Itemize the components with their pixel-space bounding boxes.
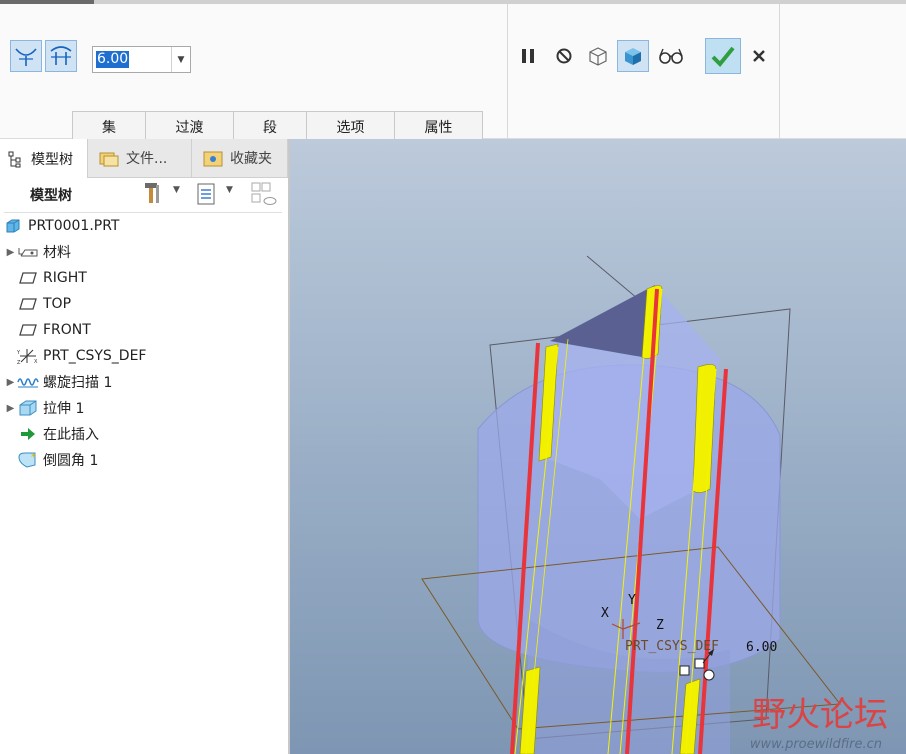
filter-eye-icon xyxy=(251,182,277,205)
glasses-icon xyxy=(659,48,683,64)
cancel-button[interactable] xyxy=(743,40,775,72)
close-icon xyxy=(753,50,765,62)
tab-pieces[interactable]: 段 xyxy=(233,111,307,142)
insert-here-icon xyxy=(17,425,39,443)
part-icon xyxy=(4,217,22,235)
favorites-folder-icon xyxy=(203,151,223,167)
checkmark-icon xyxy=(711,46,735,67)
tree-item-label: 在此插入 xyxy=(43,427,99,443)
tree-item-top[interactable]: TOP xyxy=(4,291,282,317)
svg-text:X: X xyxy=(34,359,38,365)
csys-icon: YZ X xyxy=(17,347,39,365)
tab-file-browser[interactable]: 文件... xyxy=(88,139,192,177)
expand-arrow-icon[interactable]: ▶ xyxy=(4,377,17,388)
tree-item-csys[interactable]: YZ X PRT_CSYS_DEF xyxy=(4,343,282,369)
svg-text:Y: Y xyxy=(17,350,21,356)
tree-item-label: 倒圆角 1 xyxy=(43,453,99,469)
tab-model-tree[interactable]: 模型树 xyxy=(0,139,88,178)
chevron-down-icon[interactable]: ▼ xyxy=(171,47,190,72)
tab-favorites-label: 收藏夹 xyxy=(230,151,272,167)
dimension-label[interactable]: 6.00 xyxy=(746,640,777,655)
tree-item-label: PRT0001.PRT xyxy=(28,218,120,234)
verify-mode-button[interactable] xyxy=(617,40,649,72)
tree-icon xyxy=(8,151,21,167)
ribbon-tabs: 集 过渡 段 选项 属性 xyxy=(72,111,483,142)
tree-item-extrude[interactable]: ▶ 拉伸 1 xyxy=(4,395,282,421)
expand-arrow-icon[interactable]: ▶ xyxy=(4,403,17,414)
navigator-tabs: 模型树 文件... 收藏夹 xyxy=(0,139,288,178)
tree-item-label: RIGHT xyxy=(43,270,87,286)
watermark-logo: 野火论坛 xyxy=(752,687,888,736)
no-preview-button[interactable] xyxy=(548,40,580,72)
round-transition-icon xyxy=(50,46,72,65)
radius-value-input[interactable]: 6.00 xyxy=(96,51,130,68)
tree-item-insert-here[interactable]: 在此插入 xyxy=(4,421,282,447)
material-icon xyxy=(17,243,39,261)
shaded-cube-icon xyxy=(625,48,641,65)
extrude-icon xyxy=(17,399,39,417)
tree-item-label: 螺旋扫描 1 xyxy=(43,375,113,391)
no-preview-icon xyxy=(556,48,572,64)
wire-cube-icon xyxy=(589,47,607,66)
axis-label-x: X xyxy=(601,606,609,621)
tree-item-front[interactable]: FRONT xyxy=(4,317,282,343)
geometry-preview-button[interactable] xyxy=(582,40,614,72)
svg-text:Z: Z xyxy=(17,360,21,365)
glasses-preview-button[interactable] xyxy=(655,40,687,72)
drag-handle[interactable] xyxy=(679,665,690,676)
csys-label: PRT_CSYS_DEF xyxy=(625,639,719,654)
model-tree: PRT0001.PRT ▶ 材料 RIGHT TOP FRONT YZ X PRT… xyxy=(4,212,282,753)
tab-transitions[interactable]: 过渡 xyxy=(145,111,234,142)
graphics-viewport[interactable]: X Y Z PRT_CSYS_DEF 6.00 野火论坛 www.proewil… xyxy=(290,139,906,754)
tree-item-part[interactable]: PRT0001.PRT xyxy=(4,213,282,239)
watermark-url: www.proewildfire.cn xyxy=(749,737,882,752)
round-set-icon xyxy=(15,48,37,66)
tree-item-right[interactable]: RIGHT xyxy=(4,265,282,291)
model-tree-header: 模型树 ▼ ▼ xyxy=(0,177,288,211)
tab-sets[interactable]: 集 xyxy=(72,111,146,142)
model-graphics xyxy=(421,255,841,754)
tree-item-label: 拉伸 1 xyxy=(43,401,85,417)
tab-model-tree-label: 模型树 xyxy=(31,151,73,168)
drag-handle[interactable] xyxy=(694,658,705,669)
model-tree-panel: 模型树 文件... 收藏夹 模型树 ▼ ▼ PRT0001.PRT ▶ 材料 R… xyxy=(0,139,290,754)
tree-item-label: PRT_CSYS_DEF xyxy=(43,348,147,364)
tree-item-label: 材料 xyxy=(43,245,71,261)
svg-text:*: * xyxy=(31,452,36,463)
list-doc-icon xyxy=(197,183,215,205)
show-button[interactable] xyxy=(195,182,217,210)
settings-button[interactable] xyxy=(140,180,166,210)
axis-label-y: Y xyxy=(628,593,636,608)
tree-item-material[interactable]: ▶ 材料 xyxy=(4,239,282,265)
ok-button[interactable] xyxy=(705,38,741,74)
expand-arrow-icon[interactable]: ▶ xyxy=(4,247,17,258)
chevron-down-icon[interactable]: ▼ xyxy=(173,185,180,195)
tree-item-label: FRONT xyxy=(43,322,91,338)
hammer-icon xyxy=(145,183,159,203)
tree-item-round[interactable]: * 倒圆角 1 xyxy=(4,447,282,473)
filter-button[interactable] xyxy=(250,181,278,211)
radius-value-combobox[interactable]: 6.00 ▼ xyxy=(92,46,191,73)
chevron-down-icon[interactable]: ▼ xyxy=(226,185,233,195)
datum-plane-icon xyxy=(17,321,39,339)
tab-properties[interactable]: 属性 xyxy=(394,111,483,142)
helical-sweep-icon xyxy=(17,373,39,391)
tab-options[interactable]: 选项 xyxy=(306,111,395,142)
axis-label-z: Z xyxy=(656,618,664,633)
datum-plane-icon xyxy=(17,269,39,287)
round-set-mode-button[interactable] xyxy=(10,40,42,72)
drag-handle[interactable] xyxy=(703,669,715,681)
tree-item-label: TOP xyxy=(43,296,72,312)
round-transition-mode-button[interactable] xyxy=(45,40,77,72)
round-icon: * xyxy=(17,451,39,469)
folder-icon xyxy=(99,152,119,167)
tree-item-helical-sweep[interactable]: ▶ 螺旋扫描 1 xyxy=(4,369,282,395)
pause-icon xyxy=(522,49,534,63)
datum-plane-icon xyxy=(17,295,39,313)
watermark-text: 野火论坛 xyxy=(752,695,888,735)
tab-file-browser-label: 文件... xyxy=(126,151,168,167)
tab-favorites[interactable]: 收藏夹 xyxy=(192,139,288,177)
pause-button[interactable] xyxy=(512,40,544,72)
panel-title: 模型树 xyxy=(30,188,72,204)
